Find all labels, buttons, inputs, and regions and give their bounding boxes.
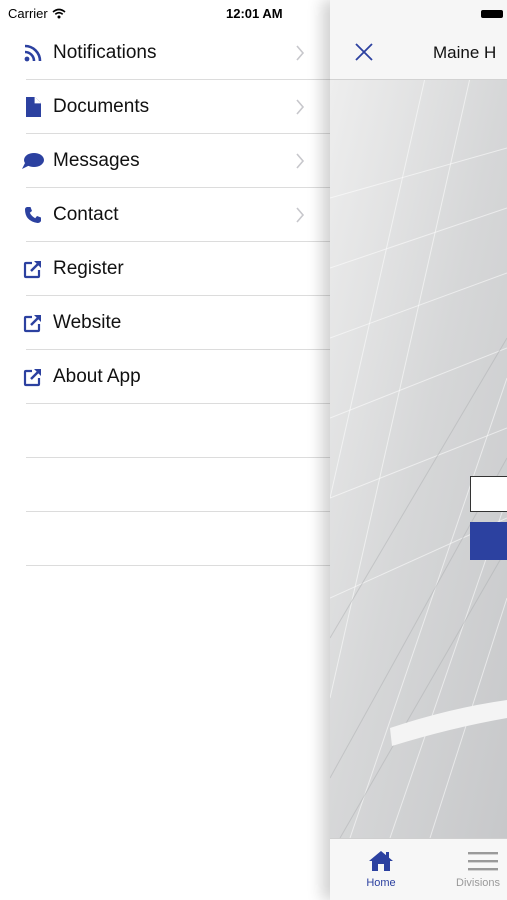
background-photo bbox=[330, 78, 507, 838]
carrier-indicator: Carrier bbox=[8, 6, 66, 21]
phone-icon bbox=[22, 204, 44, 226]
close-icon[interactable] bbox=[352, 40, 376, 64]
menu-item-label: Messages bbox=[53, 150, 140, 171]
external-link-icon bbox=[22, 258, 44, 280]
chevron-right-icon bbox=[296, 207, 305, 223]
menu-item-documents[interactable]: Documents bbox=[0, 80, 330, 134]
chevron-right-icon bbox=[296, 99, 305, 115]
tab-divisions[interactable]: Divisions bbox=[442, 839, 507, 900]
page-title: Maine H bbox=[433, 43, 497, 62]
external-link-icon bbox=[22, 312, 44, 334]
carrier-label: Carrier bbox=[8, 6, 48, 21]
side-menu: Notifications Documents Messages Contact… bbox=[0, 26, 330, 900]
chevron-right-icon bbox=[296, 153, 305, 169]
menu-item-label: Contact bbox=[53, 204, 119, 225]
battery-icon bbox=[481, 10, 503, 18]
login-input[interactable] bbox=[470, 476, 507, 512]
menu-item-contact[interactable]: Contact bbox=[0, 188, 330, 242]
chevron-right-icon bbox=[296, 45, 305, 61]
menu-item-label: Website bbox=[53, 312, 122, 333]
menu-item-label: Register bbox=[53, 258, 124, 279]
submit-button[interactable] bbox=[470, 522, 507, 560]
status-time: 12:01 AM bbox=[226, 6, 283, 21]
tab-home[interactable]: Home bbox=[352, 839, 410, 900]
menu-item-website[interactable]: Website bbox=[0, 296, 330, 350]
document-icon bbox=[22, 96, 44, 118]
rss-icon bbox=[22, 42, 44, 64]
menu-item-label: About App bbox=[53, 366, 141, 387]
tab-bar: Home Divisions bbox=[330, 838, 507, 900]
menu-item-about-app[interactable]: About App bbox=[0, 350, 330, 404]
status-bar: Carrier 12:01 AM bbox=[0, 0, 507, 28]
menu-item-messages[interactable]: Messages bbox=[0, 134, 330, 188]
tab-label: Home bbox=[366, 877, 396, 889]
menu-item-label: Notifications bbox=[53, 42, 157, 63]
external-link-icon bbox=[22, 366, 44, 388]
menu-empty-row bbox=[0, 512, 330, 566]
menu-item-notifications[interactable]: Notifications bbox=[0, 26, 330, 80]
wifi-icon bbox=[52, 8, 66, 19]
menu-item-register[interactable]: Register bbox=[0, 242, 330, 296]
speech-bubble-icon bbox=[22, 150, 44, 172]
main-panel[interactable]: Maine H Home Divisions bbox=[330, 0, 507, 900]
home-icon bbox=[369, 851, 393, 871]
menu-empty-row bbox=[0, 458, 330, 512]
tab-label: Divisions bbox=[456, 877, 501, 889]
menu-lines-icon bbox=[468, 852, 498, 871]
app-screen: Carrier 12:01 AM Notifications Documents… bbox=[0, 0, 507, 900]
menu-empty-row bbox=[0, 404, 330, 458]
menu-item-label: Documents bbox=[53, 96, 150, 117]
